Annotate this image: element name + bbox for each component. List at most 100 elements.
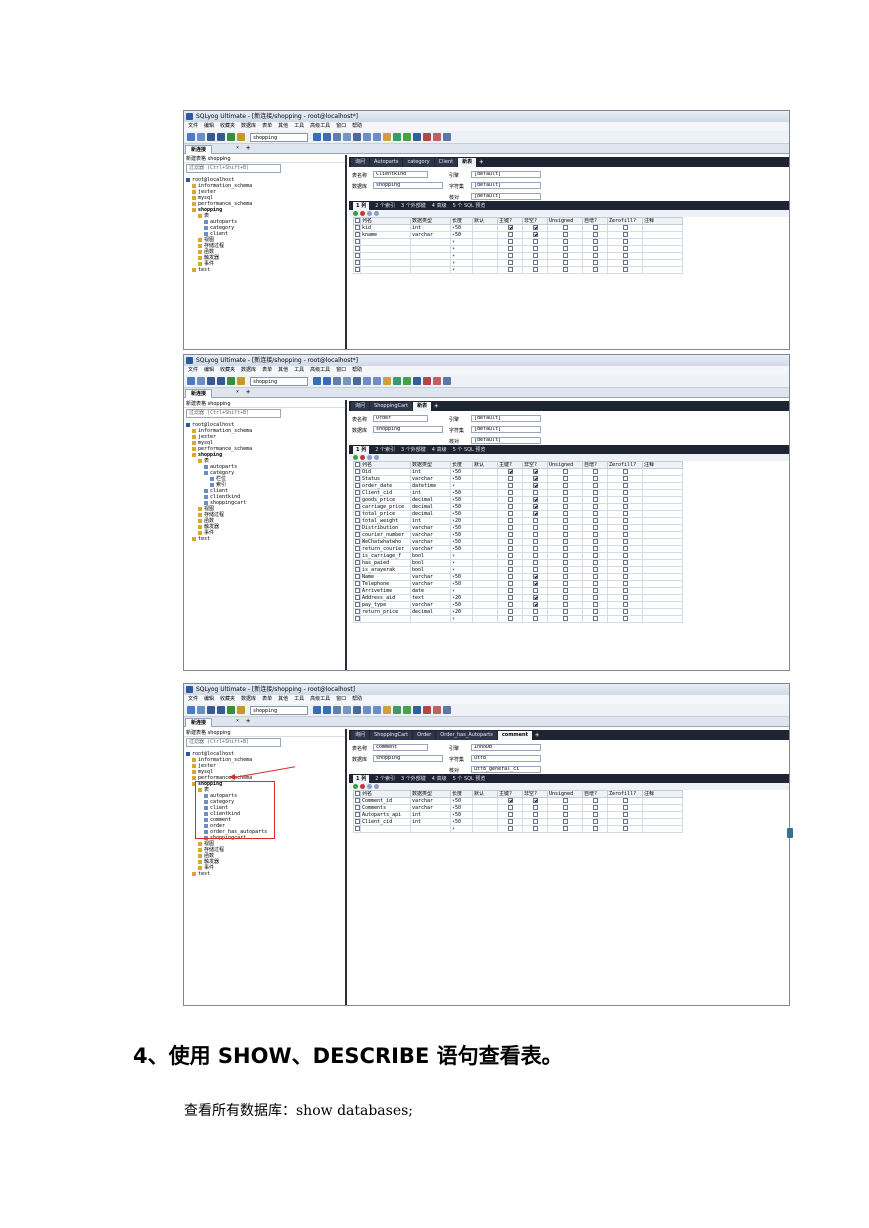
query-tab[interactable]: Client	[434, 158, 458, 167]
data-type-cell[interactable]: date	[410, 587, 451, 595]
menu-item[interactable]: 帮助	[352, 122, 362, 131]
flag-cell[interactable]	[522, 538, 548, 546]
zerofill-checkbox[interactable]	[623, 819, 628, 824]
auto-increment-checkbox[interactable]	[593, 511, 598, 516]
length-cell[interactable]: ▾50	[450, 468, 473, 476]
menu-item[interactable]: 窗口	[336, 695, 346, 704]
flag-cell[interactable]	[497, 804, 523, 812]
flag-cell[interactable]	[607, 259, 643, 267]
comment-cell[interactable]	[642, 517, 683, 525]
flag-cell[interactable]	[547, 224, 583, 232]
length-cell[interactable]: ▾50	[450, 804, 473, 812]
length-cell[interactable]: ▾	[450, 587, 473, 595]
connect-icon[interactable]	[403, 377, 411, 385]
query-tab[interactable]: comment	[497, 731, 532, 740]
flag-cell[interactable]	[522, 580, 548, 588]
flag-cell[interactable]	[522, 615, 548, 623]
row-checkbox[interactable]	[355, 553, 360, 558]
tools-icon[interactable]	[237, 706, 245, 714]
flag-cell[interactable]	[607, 811, 643, 819]
not-null-checkbox[interactable]	[533, 504, 538, 509]
zerofill-checkbox[interactable]	[623, 253, 628, 258]
monitor-icon[interactable]	[413, 377, 421, 385]
unsigned-checkbox[interactable]	[563, 819, 568, 824]
flag-cell[interactable]	[497, 797, 523, 805]
dropdown-arrow-icon[interactable]: ▾	[452, 240, 455, 245]
column-name-cell[interactable]	[360, 615, 411, 623]
not-null-checkbox[interactable]	[533, 609, 538, 614]
not-null-checkbox[interactable]	[533, 511, 538, 516]
flag-cell[interactable]	[522, 608, 548, 616]
select-all-checkbox[interactable]	[355, 462, 360, 467]
length-cell[interactable]: ▾50	[450, 811, 473, 819]
comment-cell[interactable]	[642, 266, 683, 274]
primary-key-checkbox[interactable]	[508, 504, 513, 509]
auto-increment-checkbox[interactable]	[593, 609, 598, 614]
flag-cell[interactable]	[607, 224, 643, 232]
dropdown-arrow-icon[interactable]: ▾	[452, 617, 455, 622]
add-column-icon[interactable]	[353, 784, 358, 789]
connection-tab[interactable]: 新连接	[185, 389, 213, 398]
primary-key-checkbox[interactable]	[508, 812, 513, 817]
row-select-cell[interactable]	[353, 608, 361, 616]
charset-select[interactable]: [default]	[471, 182, 541, 189]
flag-cell[interactable]	[497, 594, 523, 602]
column-name-cell[interactable]: courier_number	[360, 531, 411, 539]
flag-cell[interactable]	[607, 797, 643, 805]
query-tab[interactable]: category	[403, 158, 434, 167]
table-row[interactable]: carriage_price decimal ▾50	[353, 503, 683, 511]
export-icon[interactable]	[363, 377, 371, 385]
row-checkbox[interactable]	[355, 588, 360, 593]
flag-cell[interactable]	[522, 587, 548, 595]
execute-all-icon[interactable]	[323, 377, 331, 385]
dropdown-arrow-icon[interactable]: ▾	[452, 247, 455, 252]
default-cell[interactable]	[472, 517, 498, 525]
default-cell[interactable]	[472, 524, 498, 532]
not-null-checkbox[interactable]	[533, 260, 538, 265]
primary-key-checkbox[interactable]	[508, 805, 513, 810]
flag-cell[interactable]	[547, 545, 583, 553]
flag-cell[interactable]	[607, 559, 643, 567]
flag-cell[interactable]	[497, 587, 523, 595]
disk-icon[interactable]	[217, 133, 225, 141]
row-select-cell[interactable]	[353, 797, 361, 805]
unsigned-checkbox[interactable]	[563, 581, 568, 586]
table-row[interactable]: pay_type varchar ▾50	[353, 601, 683, 609]
auto-increment-checkbox[interactable]	[593, 483, 598, 488]
primary-key-checkbox[interactable]	[508, 253, 513, 258]
primary-key-checkbox[interactable]	[508, 826, 513, 831]
database-selector[interactable]: shopping	[250, 132, 308, 142]
not-null-checkbox[interactable]	[533, 812, 538, 817]
table-row[interactable]: ▾	[353, 259, 683, 267]
schema-icon[interactable]	[353, 133, 361, 141]
unsigned-checkbox[interactable]	[563, 798, 568, 803]
tools-icon[interactable]	[237, 377, 245, 385]
table-row[interactable]: order_date datetime ▾	[353, 482, 683, 490]
length-cell[interactable]: ▾20	[450, 594, 473, 602]
flag-cell[interactable]	[497, 517, 523, 525]
grid-icon[interactable]	[343, 706, 351, 714]
designer-subtab[interactable]: 3 个外部键	[401, 446, 426, 453]
designer-subtab[interactable]: 3 个外部键	[401, 202, 426, 209]
comment-cell[interactable]	[642, 538, 683, 546]
table-row[interactable]: has_paied bool ▾	[353, 559, 683, 567]
flag-cell[interactable]	[497, 566, 523, 574]
menu-item[interactable]: 收藏夹	[220, 366, 235, 375]
execute-all-icon[interactable]	[323, 133, 331, 141]
flag-cell[interactable]	[522, 797, 548, 805]
row-checkbox[interactable]	[355, 798, 360, 803]
flag-cell[interactable]	[522, 524, 548, 532]
primary-key-checkbox[interactable]	[508, 574, 513, 579]
auto-increment-checkbox[interactable]	[593, 588, 598, 593]
flag-cell[interactable]	[607, 818, 643, 826]
data-type-cell[interactable]	[410, 245, 451, 253]
flag-cell[interactable]	[607, 503, 643, 511]
row-checkbox[interactable]	[355, 819, 360, 824]
default-cell[interactable]	[472, 545, 498, 553]
flag-cell[interactable]	[582, 259, 608, 267]
flag-cell[interactable]	[497, 468, 523, 476]
flag-cell[interactable]	[497, 580, 523, 588]
primary-key-checkbox[interactable]	[508, 798, 513, 803]
engine-select[interactable]: [default]	[471, 171, 541, 178]
data-type-cell[interactable]	[410, 615, 451, 623]
